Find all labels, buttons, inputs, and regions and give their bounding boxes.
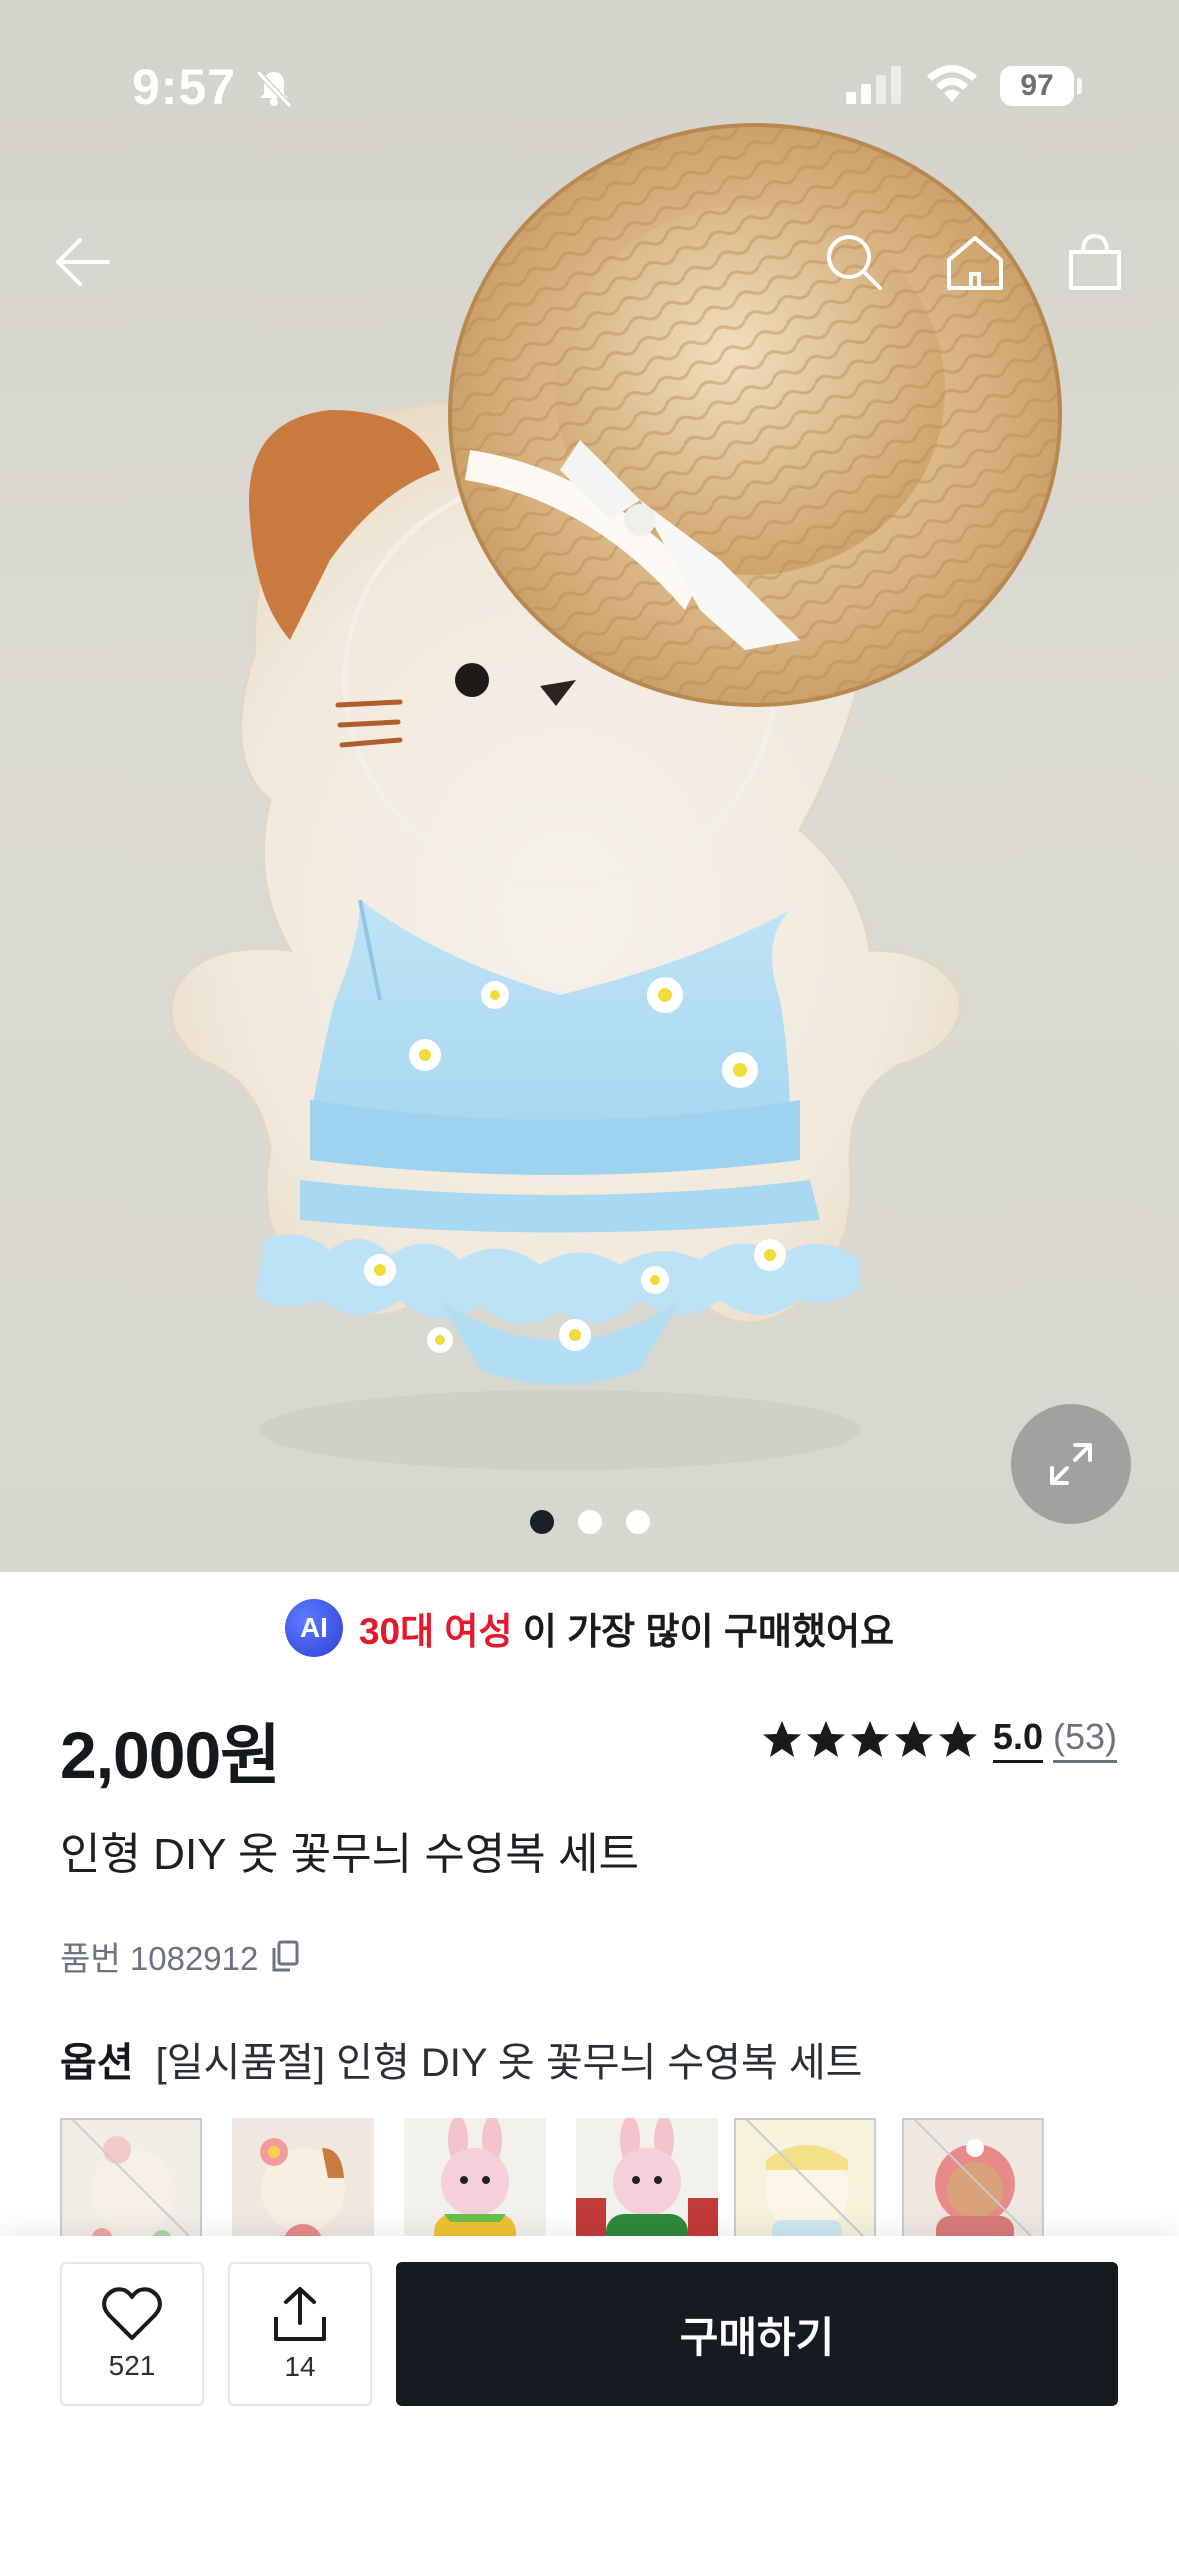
ai-badge-icon: AI	[284, 1599, 343, 1657]
shopping-bag-icon	[1069, 233, 1121, 290]
ai-banner-highlight: 30대 여성	[358, 1611, 513, 1652]
battery-indicator: 97	[1000, 66, 1074, 106]
like-button[interactable]: 521	[60, 2262, 204, 2406]
gallery-dot-2[interactable]	[577, 1510, 602, 1534]
heart-icon	[102, 2287, 162, 2340]
status-time: 9:57	[132, 59, 237, 115]
battery-tip	[1077, 78, 1082, 94]
option-thumb-5[interactable]	[734, 2118, 876, 2240]
ai-banner-text: 30대 여성 이 가장 많이 구매했어요	[359, 1601, 894, 1655]
expand-image-button[interactable]	[1011, 1404, 1131, 1524]
copy-icon[interactable]	[270, 1940, 300, 1972]
cellular-signal-icon	[846, 66, 904, 109]
product-price: 2,000원	[60, 1718, 281, 1792]
wifi-icon	[924, 62, 980, 109]
option-thumb-1[interactable]	[60, 2118, 202, 2240]
option-selector[interactable]: 옵션 [일시품절] 인형 DIY 옷 꽃무늬 수영복 세트	[60, 2030, 862, 2088]
gallery-pagination	[0, 1510, 1179, 1534]
product-image-gallery[interactable]: 9:57 97	[0, 0, 1179, 1572]
option-thumb-4[interactable]	[576, 2118, 718, 2240]
option-thumbnails	[60, 2118, 1179, 2240]
back-arrow-icon	[56, 238, 110, 286]
ai-banner-message: 이 가장 많이 구매했어요	[512, 1611, 895, 1652]
option-thumb-6[interactable]	[902, 2118, 1044, 2240]
share-button[interactable]: 14	[228, 2262, 372, 2406]
back-button[interactable]	[42, 222, 122, 302]
rating-stars	[761, 1719, 983, 1761]
gallery-dot-3[interactable]	[625, 1510, 650, 1534]
expand-arrows-icon	[1050, 1443, 1092, 1485]
rating-score[interactable]: 5.0	[992, 1716, 1043, 1763]
buy-button[interactable]: 구매하기	[396, 2262, 1118, 2406]
option-thumb-2[interactable]	[232, 2118, 374, 2240]
home-button[interactable]	[935, 222, 1015, 302]
gallery-dot-1[interactable]	[529, 1510, 554, 1534]
home-icon	[947, 236, 1003, 290]
cart-button[interactable]	[1055, 222, 1135, 302]
product-sku: 품번 1082912	[60, 1932, 300, 1980]
option-value[interactable]: [일시품절] 인형 DIY 옷 꽃무늬 수영복 세트	[156, 2030, 863, 2088]
star-icon	[762, 1720, 977, 1757]
option-label: 옵션	[60, 2041, 134, 2085]
search-button[interactable]	[814, 222, 894, 302]
rating-summary[interactable]: 5.0 (53)	[761, 1716, 1117, 1763]
like-count: 521	[108, 2350, 156, 2381]
option-thumb-3[interactable]	[404, 2118, 546, 2240]
product-title: 인형 DIY 옷 꽃무늬 수영복 세트	[60, 1830, 639, 1879]
sku-text: 품번 1082912	[60, 1940, 259, 1977]
review-count[interactable]: (53)	[1052, 1716, 1117, 1763]
status-bar: 9:57 97	[0, 0, 1179, 170]
share-count: 14	[284, 2351, 316, 2382]
search-icon	[827, 235, 882, 290]
ai-recommendation-banner: AI 30대 여성 이 가장 많이 구매했어요	[0, 1596, 1179, 1660]
silent-bell-icon	[252, 66, 296, 115]
share-icon	[274, 2287, 326, 2341]
